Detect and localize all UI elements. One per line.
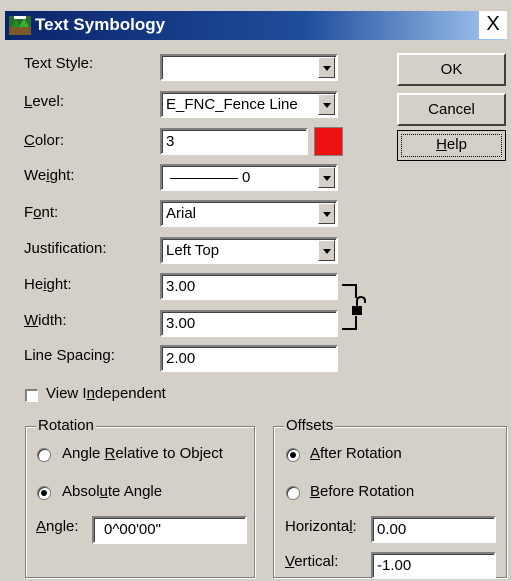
horizontal-offset-value: 0.00: [377, 521, 407, 538]
rotation-group-title: Rotation: [36, 417, 96, 434]
font-select[interactable]: Arial: [160, 200, 338, 227]
lock-icon[interactable]: [340, 284, 368, 330]
dropdown-arrow-icon[interactable]: [318, 94, 335, 115]
dialog-title: Text Symbology: [35, 15, 166, 34]
line-spacing-input[interactable]: 2.00: [160, 345, 338, 372]
height-value: 3.00: [166, 278, 196, 295]
width-value: 3.00: [166, 315, 196, 332]
close-icon[interactable]: X: [479, 11, 507, 39]
help-button[interactable]: Help: [397, 130, 506, 161]
weight-value: 0: [242, 169, 251, 186]
angle-relative-radio[interactable]: [37, 448, 51, 462]
height-label: Height:: [24, 276, 72, 293]
justification-label: Justification:: [24, 240, 107, 257]
color-value: 3: [166, 133, 175, 150]
color-label: Color:: [24, 132, 65, 149]
help-button-label: Help: [401, 134, 502, 157]
title-bar[interactable]: Text Symbology X: [5, 11, 507, 40]
dropdown-arrow-icon[interactable]: [318, 203, 335, 224]
ok-button[interactable]: OK: [397, 53, 506, 86]
dropdown-arrow-icon[interactable]: [318, 240, 335, 261]
angle-value: 0^00'00": [104, 521, 161, 538]
vertical-offset-input[interactable]: -1.00: [371, 552, 496, 579]
text-symbology-dialog: Text Symbology X Text Style: Level: Colo…: [0, 0, 511, 581]
level-label: Level:: [24, 93, 65, 110]
after-rotation-radio[interactable]: [286, 448, 300, 462]
cancel-button[interactable]: Cancel: [397, 93, 506, 126]
absolute-angle-radio[interactable]: [37, 486, 51, 500]
justification-select[interactable]: Left Top: [160, 237, 338, 264]
horizontal-offset-input[interactable]: 0.00: [371, 516, 496, 543]
view-independent-checkbox[interactable]: [25, 389, 38, 402]
angle-input[interactable]: 0^00'00": [92, 516, 247, 544]
angle-relative-label[interactable]: Angle Relative to Object: [62, 445, 223, 462]
level-value: E_FNC_Fence Line: [166, 96, 298, 113]
dropdown-arrow-icon[interactable]: [318, 57, 335, 78]
app-icon: [9, 16, 31, 35]
width-label: Width:: [24, 312, 67, 329]
before-rotation-label[interactable]: Before Rotation: [310, 483, 414, 500]
weight-select[interactable]: 0: [160, 164, 338, 191]
dropdown-arrow-icon[interactable]: [318, 167, 335, 188]
horizontal-label: Horizontal:: [285, 518, 357, 535]
offsets-group-title: Offsets: [284, 417, 336, 434]
color-input[interactable]: 3: [160, 128, 308, 155]
level-select[interactable]: E_FNC_Fence Line: [160, 91, 338, 118]
width-input[interactable]: 3.00: [160, 310, 338, 337]
weight-label: Weight:: [24, 167, 75, 184]
vertical-offset-value: -1.00: [377, 557, 412, 574]
weight-line: [170, 177, 238, 179]
line-spacing-label: Line Spacing:: [24, 347, 115, 364]
justification-value: Left Top: [166, 242, 220, 259]
angle-label: Angle:: [36, 518, 79, 535]
font-label: Font:: [24, 204, 59, 221]
after-rotation-label[interactable]: After Rotation: [310, 445, 402, 462]
color-swatch[interactable]: [314, 127, 343, 156]
font-value: Arial: [166, 205, 197, 222]
vertical-label: Vertical:: [285, 553, 339, 570]
text-style-select[interactable]: [160, 54, 338, 81]
line-spacing-value: 2.00: [166, 350, 196, 367]
view-independent-label[interactable]: View Independent: [46, 385, 166, 402]
height-input[interactable]: 3.00: [160, 273, 338, 300]
text-style-label: Text Style:: [24, 55, 94, 72]
before-rotation-radio[interactable]: [286, 486, 300, 500]
absolute-angle-label[interactable]: Absolute Angle: [62, 483, 162, 500]
